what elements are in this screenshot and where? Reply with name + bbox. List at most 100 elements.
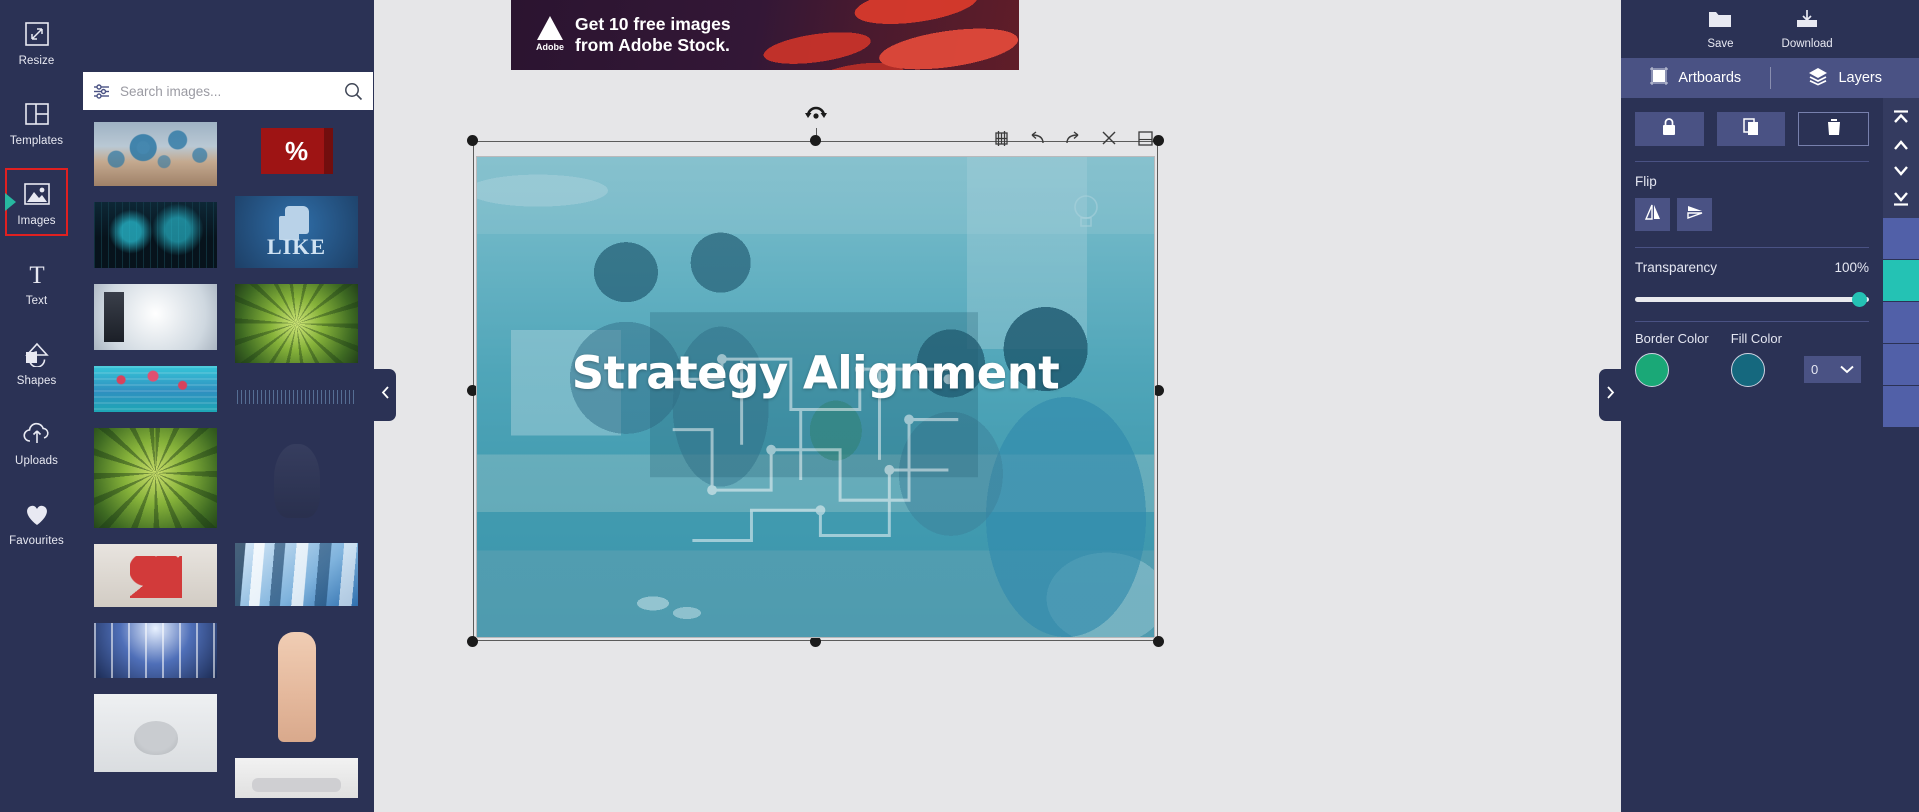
- layer-thumb-2[interactable]: [1883, 260, 1919, 302]
- slider-track[interactable]: [1635, 297, 1869, 302]
- slider-thumb[interactable]: [1852, 292, 1867, 307]
- border-width-value: 0: [1811, 362, 1819, 377]
- crop-icon[interactable]: [992, 129, 1010, 147]
- download-label: Download: [1781, 38, 1833, 50]
- gallery-thumb-elderly-woman[interactable]: [94, 694, 217, 772]
- resize-handle-top-right[interactable]: [1153, 135, 1164, 146]
- heart-icon: [23, 497, 51, 531]
- close-icon[interactable]: [1100, 129, 1118, 147]
- tab-layers[interactable]: Layers: [1771, 58, 1919, 98]
- sidebar-item-favourites[interactable]: Favourites: [5, 488, 68, 556]
- border-width-dropdown[interactable]: 0: [1804, 356, 1861, 383]
- gallery-thumb-gears-and-people[interactable]: [94, 122, 217, 186]
- artboard-artwork[interactable]: Strategy Alignment: [476, 156, 1155, 638]
- sidebar-item-shapes[interactable]: Shapes: [5, 328, 68, 396]
- canvas-stage: Adobe Get 10 free images from Adobe Stoc…: [374, 0, 1621, 812]
- layer-thumb-4[interactable]: [1883, 344, 1919, 386]
- sidebar-item-templates[interactable]: Templates: [5, 88, 68, 156]
- images-icon: [23, 177, 51, 211]
- resize-handle-top-left[interactable]: [467, 135, 478, 146]
- duplicate-icon[interactable]: [1136, 129, 1154, 147]
- layer-thumb-5[interactable]: [1883, 386, 1919, 428]
- lock-button[interactable]: [1635, 112, 1704, 146]
- top-actions-bar: Save Download: [1621, 0, 1919, 58]
- gallery-thumb-forest-canopy-tall[interactable]: [94, 428, 217, 528]
- adobe-brand-label: Adobe: [536, 42, 564, 52]
- sidebar-item-label: Images: [17, 215, 56, 227]
- collapse-left-panel-button[interactable]: [374, 369, 396, 421]
- gallery-thumb-forest-canopy-wide[interactable]: [235, 284, 358, 363]
- folder-icon: [1707, 8, 1733, 35]
- search-input[interactable]: [120, 83, 334, 99]
- transparency-slider[interactable]: [1635, 289, 1869, 309]
- flip-horizontal-button[interactable]: [1635, 198, 1670, 231]
- adobe-stock-ad-banner[interactable]: Adobe Get 10 free images from Adobe Stoc…: [511, 0, 1019, 70]
- border-color-swatch[interactable]: [1635, 353, 1669, 387]
- gallery-column-left: [94, 122, 217, 788]
- redo-icon[interactable]: [1064, 129, 1082, 147]
- gallery-thumb-like-thumbs-up[interactable]: [235, 196, 358, 268]
- banner-text: Get 10 free images from Adobe Stock.: [575, 14, 731, 56]
- border-color-group: Border Color: [1635, 331, 1709, 387]
- sidebar-item-label: Resize: [18, 55, 55, 67]
- rotate-handle[interactable]: [801, 100, 831, 142]
- gallery-thumb-sound-wave[interactable]: [235, 379, 358, 415]
- undo-icon[interactable]: [1028, 129, 1046, 147]
- bring-forward-button[interactable]: [1890, 135, 1912, 155]
- divider-2: [1635, 247, 1869, 248]
- delete-button[interactable]: [1798, 112, 1870, 146]
- sidebar-item-resize[interactable]: Resize: [5, 8, 68, 76]
- object-actions-row: [1635, 112, 1870, 146]
- send-to-back-button[interactable]: [1890, 188, 1912, 208]
- sidebar-item-uploads[interactable]: Uploads: [5, 408, 68, 476]
- gallery-thumb-hearts-underwater[interactable]: [94, 366, 217, 412]
- magnifier-icon[interactable]: [344, 82, 363, 101]
- bring-to-front-button[interactable]: [1890, 108, 1912, 128]
- gallery-thumb-blue-glass-tunnel[interactable]: [94, 623, 217, 678]
- banner-line-2: from Adobe Stock.: [575, 35, 730, 55]
- tab-artboards-label: Artboards: [1678, 70, 1742, 86]
- artwork-title-text[interactable]: Strategy Alignment: [477, 347, 1154, 400]
- download-icon: [1794, 8, 1820, 35]
- sidebar-item-images[interactable]: Images: [5, 168, 68, 236]
- download-button[interactable]: Download: [1782, 8, 1833, 50]
- sidebar-item-label: Favourites: [9, 535, 64, 547]
- properties-panel: Flip Transparency 100% Border Color Fill…: [1621, 98, 1883, 812]
- gallery-thumb-red-percent-cube[interactable]: [235, 122, 358, 180]
- save-button[interactable]: Save: [1707, 8, 1734, 50]
- selection-frame[interactable]: Strategy Alignment: [467, 106, 1164, 647]
- trash-icon: [1825, 117, 1843, 142]
- layer-order-buttons: [1883, 98, 1919, 218]
- gallery-thumb-broken-red-heart[interactable]: [94, 544, 217, 607]
- flip-vertical-button[interactable]: [1677, 198, 1712, 231]
- send-backward-button[interactable]: [1890, 161, 1912, 181]
- chevron-down-icon: [1840, 362, 1854, 377]
- gallery-thumb-dark-figure[interactable]: [235, 431, 358, 527]
- resize-handle-top-center[interactable]: [809, 135, 821, 146]
- banner-leaves-graphic: [753, 0, 1019, 70]
- left-rail: Resize Templates Images T Text Shapes Up…: [0, 0, 73, 812]
- transparency-value: 100%: [1834, 260, 1869, 275]
- sidebar-item-text[interactable]: T Text: [5, 248, 68, 316]
- gallery-thumb-floating-monitors[interactable]: [235, 543, 358, 606]
- lock-icon: [1660, 117, 1678, 142]
- sliders-icon[interactable]: [93, 83, 110, 100]
- gallery-thumb-server-network-diagram[interactable]: [94, 284, 217, 350]
- copy-icon: [1742, 117, 1760, 142]
- flip-section-label: Flip: [1635, 174, 1657, 189]
- layer-thumbnail-list: [1883, 218, 1919, 428]
- duplicate-button[interactable]: [1716, 112, 1786, 146]
- layer-thumb-3[interactable]: [1883, 302, 1919, 344]
- adobe-logo: Adobe: [533, 16, 567, 52]
- images-panel: [73, 0, 374, 812]
- gallery-column-right: [235, 122, 358, 812]
- gallery-thumb-yoga-mat[interactable]: [235, 758, 358, 798]
- layer-thumb-1[interactable]: [1883, 218, 1919, 260]
- image-gallery[interactable]: [83, 122, 374, 812]
- gallery-thumb-holographic-display[interactable]: [94, 202, 217, 268]
- artboard-icon: [1649, 66, 1669, 90]
- collapse-right-panel-button[interactable]: [1599, 369, 1621, 421]
- tab-artboards[interactable]: Artboards: [1621, 58, 1770, 98]
- fill-color-swatch[interactable]: [1730, 353, 1765, 387]
- gallery-thumb-crossed-fingers[interactable]: [235, 622, 358, 742]
